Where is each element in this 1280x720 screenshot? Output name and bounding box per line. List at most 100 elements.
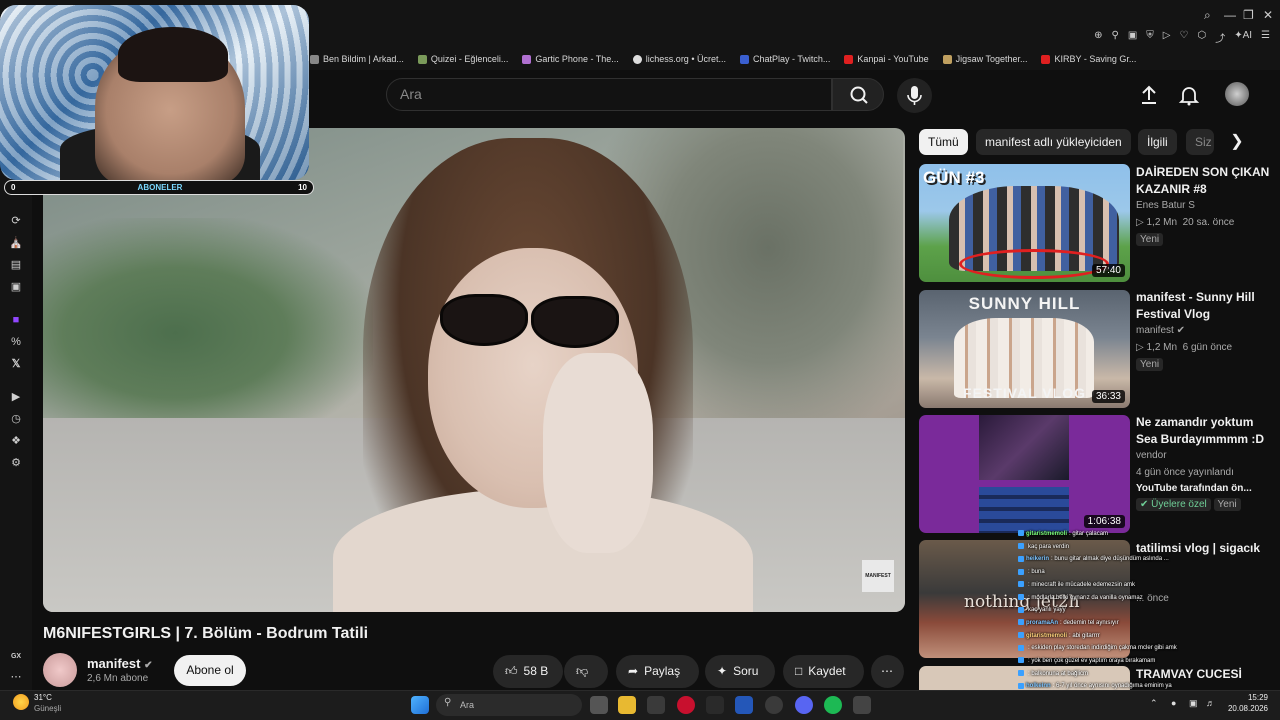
search-tabs-icon[interactable]: ⌕ (1204, 8, 1211, 23)
bookmark-item[interactable]: Quizei - Eğlenceli... (417, 54, 508, 64)
tray-chevron-icon[interactable]: ⌃ (1150, 698, 1158, 709)
rec-channel[interactable]: Enes Batur S (1136, 200, 1195, 211)
channel-name[interactable]: manifest ✔ (87, 656, 152, 671)
opera-gx-icon[interactable] (677, 696, 695, 714)
weather-sun-icon[interactable] (13, 694, 29, 710)
chat-message: gitaristmemoli: abi gitarrrr (1018, 630, 1258, 643)
chip-all[interactable]: Tümü (919, 129, 968, 155)
zoom-icon[interactable]: ⊕ (1094, 30, 1102, 45)
weather-desc[interactable]: Güneşli (34, 704, 61, 713)
chat-message: : eskiden play storedan indirdiğim çakma… (1018, 642, 1258, 655)
close-icon[interactable]: ✕ (1263, 8, 1273, 22)
store-icon[interactable] (647, 696, 665, 714)
x-icon[interactable]: 𝕏 (9, 357, 23, 371)
percent-icon[interactable]: % (9, 335, 23, 349)
chip-for-you[interactable]: Siz (1186, 129, 1214, 155)
bookmark-item[interactable]: Jigsaw Together... (942, 54, 1027, 64)
account-avatar[interactable] (1225, 82, 1249, 106)
bookmark-item[interactable]: ChatPlay - Twitch... (739, 54, 830, 64)
members-only-label: Üyelere özel (1151, 499, 1207, 510)
weather-temp[interactable]: 31°C (34, 693, 52, 702)
play-icon: ▷ (1136, 217, 1144, 228)
members-only-badge: ✔ Üyelere özel (1136, 498, 1211, 511)
voice-search-button[interactable] (897, 78, 932, 113)
restore-icon[interactable]: ❐ (1243, 8, 1254, 22)
task-view-icon[interactable] (590, 696, 608, 714)
rec-channel[interactable]: manifest ✔ (1136, 325, 1185, 336)
wallet-icon[interactable]: ▤ (9, 258, 23, 272)
notifications-icon[interactable] (1178, 84, 1200, 106)
save-button[interactable]: □ Kaydet (783, 655, 864, 688)
rec-title[interactable]: DAİREDEN SON ÇIKAN KAZANIR #8 (1136, 164, 1271, 198)
rec-channel[interactable]: vendor (1136, 450, 1167, 461)
more-actions-button[interactable]: ⋯ (871, 655, 904, 688)
chevron-right-icon[interactable]: ❯ (1226, 131, 1248, 153)
heart-icon[interactable]: ♡ (1179, 30, 1188, 45)
spotify-icon[interactable] (824, 696, 842, 714)
file-explorer-icon[interactable] (618, 696, 636, 714)
history-icon[interactable]: ◷ (9, 412, 23, 426)
send-icon[interactable]: ▷ (1163, 30, 1171, 45)
discord-icon[interactable] (795, 696, 813, 714)
unity-icon[interactable] (706, 696, 724, 714)
chip-from-uploader[interactable]: manifest adlı yükleyiciden (976, 129, 1131, 155)
thumbnail-game-ui (979, 487, 1069, 533)
aria-ai-button[interactable]: ✦AI (1234, 30, 1252, 45)
gx-label[interactable]: GX (9, 650, 23, 664)
bookmark-item[interactable]: Kanpai - YouTube (844, 54, 929, 64)
m-app-icon[interactable]: ▣ (9, 280, 23, 294)
github-icon[interactable] (765, 696, 783, 714)
rec-views: 1,2 Mn (1146, 217, 1178, 228)
microphone-tray-icon[interactable]: ● (1171, 698, 1176, 708)
rec-title[interactable]: Ne zamandır yoktum Sea Burdayımmmm :D (1136, 414, 1271, 448)
app-icon[interactable] (735, 696, 753, 714)
shopping-icon[interactable]: ⛪ (9, 236, 23, 250)
more-horizontal-icon: ⋯ (881, 664, 893, 678)
rec-views: 1,2 Mn (1146, 342, 1178, 353)
taskbar-search[interactable]: Ara (436, 694, 582, 716)
pin-icon[interactable]: ⚲ (1112, 30, 1119, 45)
cube-icon[interactable]: ⬡ (1197, 30, 1206, 45)
clock-time[interactable]: 15:29 (1228, 693, 1268, 702)
volume-icon[interactable]: ♬ (1206, 698, 1215, 708)
share-button[interactable]: ➦ Paylaş (616, 655, 699, 688)
chip-related[interactable]: İlgili (1138, 129, 1177, 155)
save-label: Kaydet (808, 664, 846, 678)
channel-avatar[interactable] (43, 653, 77, 687)
search-button[interactable] (832, 78, 884, 111)
network-icon[interactable]: ▣ (1189, 698, 1198, 709)
clock-date[interactable]: 20.08.2026 (1218, 704, 1268, 713)
extensions-icon[interactable]: ❖ (9, 434, 23, 448)
shield-icon[interactable]: ⛨ (1146, 30, 1154, 45)
minimize-icon[interactable]: — (1224, 8, 1236, 22)
rec-thumbnail[interactable]: SUNNY HILL FESTIVAL VLOG 36:33 (919, 290, 1130, 408)
bookmark-item[interactable]: lichess.org • Ücret... (632, 54, 726, 64)
ask-button[interactable]: ✦ Soru (705, 655, 775, 688)
dislike-button[interactable]: 👎︎ (564, 655, 608, 688)
channel-watermark[interactable]: MANIFEST (862, 560, 894, 592)
obs-icon[interactable] (853, 696, 871, 714)
rec-title[interactable]: manifest - Sunny Hill Festival Vlog (1136, 289, 1271, 323)
menu-icon[interactable]: ☰ (1261, 30, 1270, 45)
share-icon[interactable]: ⤴ (1215, 30, 1225, 45)
bookmark-item[interactable]: Ben Bildim | Arkad... (310, 54, 404, 64)
video-player[interactable]: MANIFEST (43, 128, 905, 612)
bookmark-item[interactable]: KIRBY - Saving Gr... (1041, 54, 1136, 64)
subscribe-button[interactable]: Abone ol (174, 655, 246, 686)
camera-icon[interactable]: ▣ (1128, 30, 1137, 45)
video-title: M6NIFESTGIRLS | 7. Bölüm - Bodrum Tatili (43, 625, 369, 642)
windows-start-icon[interactable] (411, 696, 429, 714)
rec-thumbnail[interactable]: GÜN #3 57:40 (919, 164, 1130, 282)
upload-icon[interactable] (1138, 84, 1160, 106)
settings-icon[interactable]: ⚙ (9, 456, 23, 470)
twitch-icon[interactable]: ■ (9, 313, 23, 327)
speed-dial-icon[interactable]: ⟳ (9, 214, 23, 228)
bookmark-item[interactable]: Gartic Phone - The... (522, 54, 619, 64)
like-button[interactable]: 👍︎ 58 B (493, 655, 563, 688)
play-icon: ▷ (1136, 342, 1144, 353)
player-icon[interactable]: ▶ (9, 390, 23, 404)
rec-badges: Yeni (1136, 233, 1164, 246)
search-input[interactable]: Ara (386, 78, 832, 111)
rec-thumbnail[interactable]: 1:06:38 (919, 415, 1130, 533)
more-icon[interactable]: ⋯ (9, 670, 23, 684)
